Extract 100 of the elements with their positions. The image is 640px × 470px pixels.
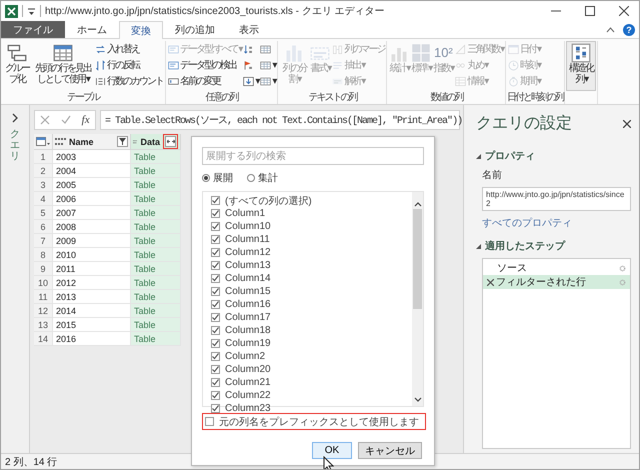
calendar-icon (508, 44, 520, 54)
section-heading[interactable]: 適用したステップ (485, 239, 565, 253)
quick-access-dropdown-icon[interactable] (27, 6, 36, 16)
table-cell[interactable]: Table (131, 318, 181, 332)
prefix-checkbox[interactable]: 元の列名をプレフィックスとして使用します (205, 415, 419, 428)
table-cell[interactable]: Table (131, 150, 181, 164)
column-checkbox[interactable]: Column21 (211, 376, 271, 389)
column-checkbox[interactable]: Column17 (211, 311, 271, 324)
ribbon-button[interactable]: 先頭の行を見出しとして使用 ▾ (32, 41, 94, 87)
double-arrow-icon[interactable] (166, 139, 174, 144)
column-checkbox[interactable]: Column14 (211, 272, 271, 285)
icon-button[interactable]: ▾ (259, 57, 276, 73)
ribbon-tab[interactable]: 表示 (227, 21, 271, 38)
close-icon[interactable] (623, 120, 631, 128)
column-checkbox[interactable]: Column18 (211, 324, 271, 337)
delete-icon[interactable] (487, 278, 494, 286)
scroll-down-icon[interactable] (414, 397, 422, 402)
ribbon-group-label: テーブル (66, 92, 100, 104)
form-icon (168, 60, 179, 70)
table-cell[interactable]: Table (131, 192, 181, 206)
type-icon (55, 136, 66, 146)
grid-icon (260, 60, 272, 70)
down-arrow-icon (243, 76, 254, 86)
column-checkbox[interactable]: Column13 (211, 259, 271, 272)
row-number: 1 (34, 150, 53, 164)
row-number: 9 (34, 262, 53, 276)
row-number: 5 (34, 206, 53, 220)
column-checkbox[interactable]: Column12 (211, 246, 271, 259)
ribbon-tab[interactable]: ホーム (65, 21, 119, 38)
search-field[interactable]: 展開する列の検索 (202, 147, 424, 165)
column-checkbox[interactable]: Column23 (211, 402, 271, 415)
icon-button[interactable]: ▾ (259, 73, 276, 89)
row-number: 10 (34, 276, 53, 290)
ribbon-tab[interactable]: 列の追加 (163, 21, 227, 38)
radio-option[interactable]: 集計 (247, 171, 278, 185)
column-checkbox[interactable]: Column10 (211, 220, 271, 233)
ribbon-button[interactable]: 行数のカウント (94, 73, 164, 89)
table-cell[interactable]: Table (131, 304, 181, 318)
radio-option[interactable]: 展開 (202, 171, 233, 185)
formula-field[interactable]: = Table.SelectRows(ソース, each not Text.Contains([Name], "Print_Area")) (100, 110, 460, 130)
file-tab[interactable]: ファイル (1, 21, 65, 38)
grid-icon (260, 76, 272, 86)
ribbon-button[interactable]: 名前の変更 (167, 73, 242, 89)
ribbon-tab[interactable]: 変換 (119, 21, 163, 39)
column-checkbox[interactable]: Column15 (211, 285, 271, 298)
ribbon-button[interactable]: グループ化 (2, 41, 32, 87)
timer-icon (508, 76, 520, 86)
table-menu-icon[interactable] (36, 136, 50, 146)
cancel-button[interactable]: キャンセル (358, 442, 422, 459)
merge-icon (332, 44, 344, 54)
row-number: 7 (34, 234, 53, 248)
ribbon-button[interactable]: データ型の検出 (167, 57, 242, 73)
table-cell[interactable]: Table (131, 276, 181, 290)
column-checkbox[interactable]: Column19 (211, 337, 271, 350)
column-checkbox[interactable]: Column22 (211, 389, 271, 402)
table-cell[interactable]: Table (131, 262, 181, 276)
queries-pane-label[interactable]: クエリ (10, 129, 20, 162)
check-icon[interactable] (61, 115, 71, 125)
app-icon (5, 4, 18, 18)
boxes-icon (7, 43, 27, 63)
table-cell[interactable]: Table (131, 220, 181, 234)
scrollbar[interactable] (412, 192, 423, 406)
function-button[interactable]: fx (82, 114, 90, 126)
all-properties-link[interactable]: すべてのプロパティ (482, 216, 572, 230)
table-cell[interactable]: Table (131, 206, 181, 220)
status-text: 2 列、14 行 (5, 456, 58, 468)
row-number: 2 (34, 164, 53, 178)
table-icon (53, 43, 73, 63)
chevron-right-icon[interactable] (11, 113, 19, 123)
column-checkbox[interactable]: Column1 (211, 207, 266, 220)
column-checkbox[interactable]: Column11 (211, 233, 270, 246)
close-icon[interactable] (619, 6, 629, 16)
column-checkbox[interactable]: Column20 (211, 363, 271, 376)
icon-button[interactable]: ▾ (242, 73, 260, 89)
ribbon-button[interactable]: 構造化列 ▾ (566, 41, 596, 91)
ribbon-button[interactable]: 入れ替え (94, 41, 164, 57)
ok-button[interactable]: OK (312, 442, 352, 459)
table-cell[interactable]: Table (131, 248, 181, 262)
name-field[interactable]: http://www.jnto.go.jp/jpn/statistics/since2 (482, 187, 631, 211)
table-cell[interactable]: Table (131, 164, 181, 178)
table-cell[interactable]: Table (131, 332, 181, 346)
maximize-icon[interactable] (585, 6, 595, 16)
column-checkbox[interactable]: Column16 (211, 298, 271, 311)
expanded-triangle-icon[interactable] (476, 154, 481, 158)
ribbon-button[interactable]: 行の反転 (94, 57, 164, 73)
help-button[interactable]: ? (623, 24, 635, 36)
sort-icon (243, 44, 254, 54)
table-cell[interactable]: Table (131, 290, 181, 304)
section-heading[interactable]: プロパティ (485, 149, 535, 163)
table-cell[interactable]: Table (131, 234, 181, 248)
column-checkbox[interactable]: Column2 (211, 350, 266, 363)
applied-step[interactable]: フィルターされた行 (483, 275, 630, 289)
table-cell[interactable]: Table (131, 178, 181, 192)
scroll-up-icon[interactable] (414, 202, 422, 207)
flag-icon (243, 60, 254, 70)
row-number: 13 (34, 318, 53, 332)
column-checkbox[interactable]: (すべての列の選択) (211, 194, 312, 207)
collapse-ribbon-icon[interactable] (606, 26, 615, 32)
expanded-triangle-icon[interactable] (476, 244, 481, 248)
applied-step[interactable]: ソース (483, 261, 630, 275)
